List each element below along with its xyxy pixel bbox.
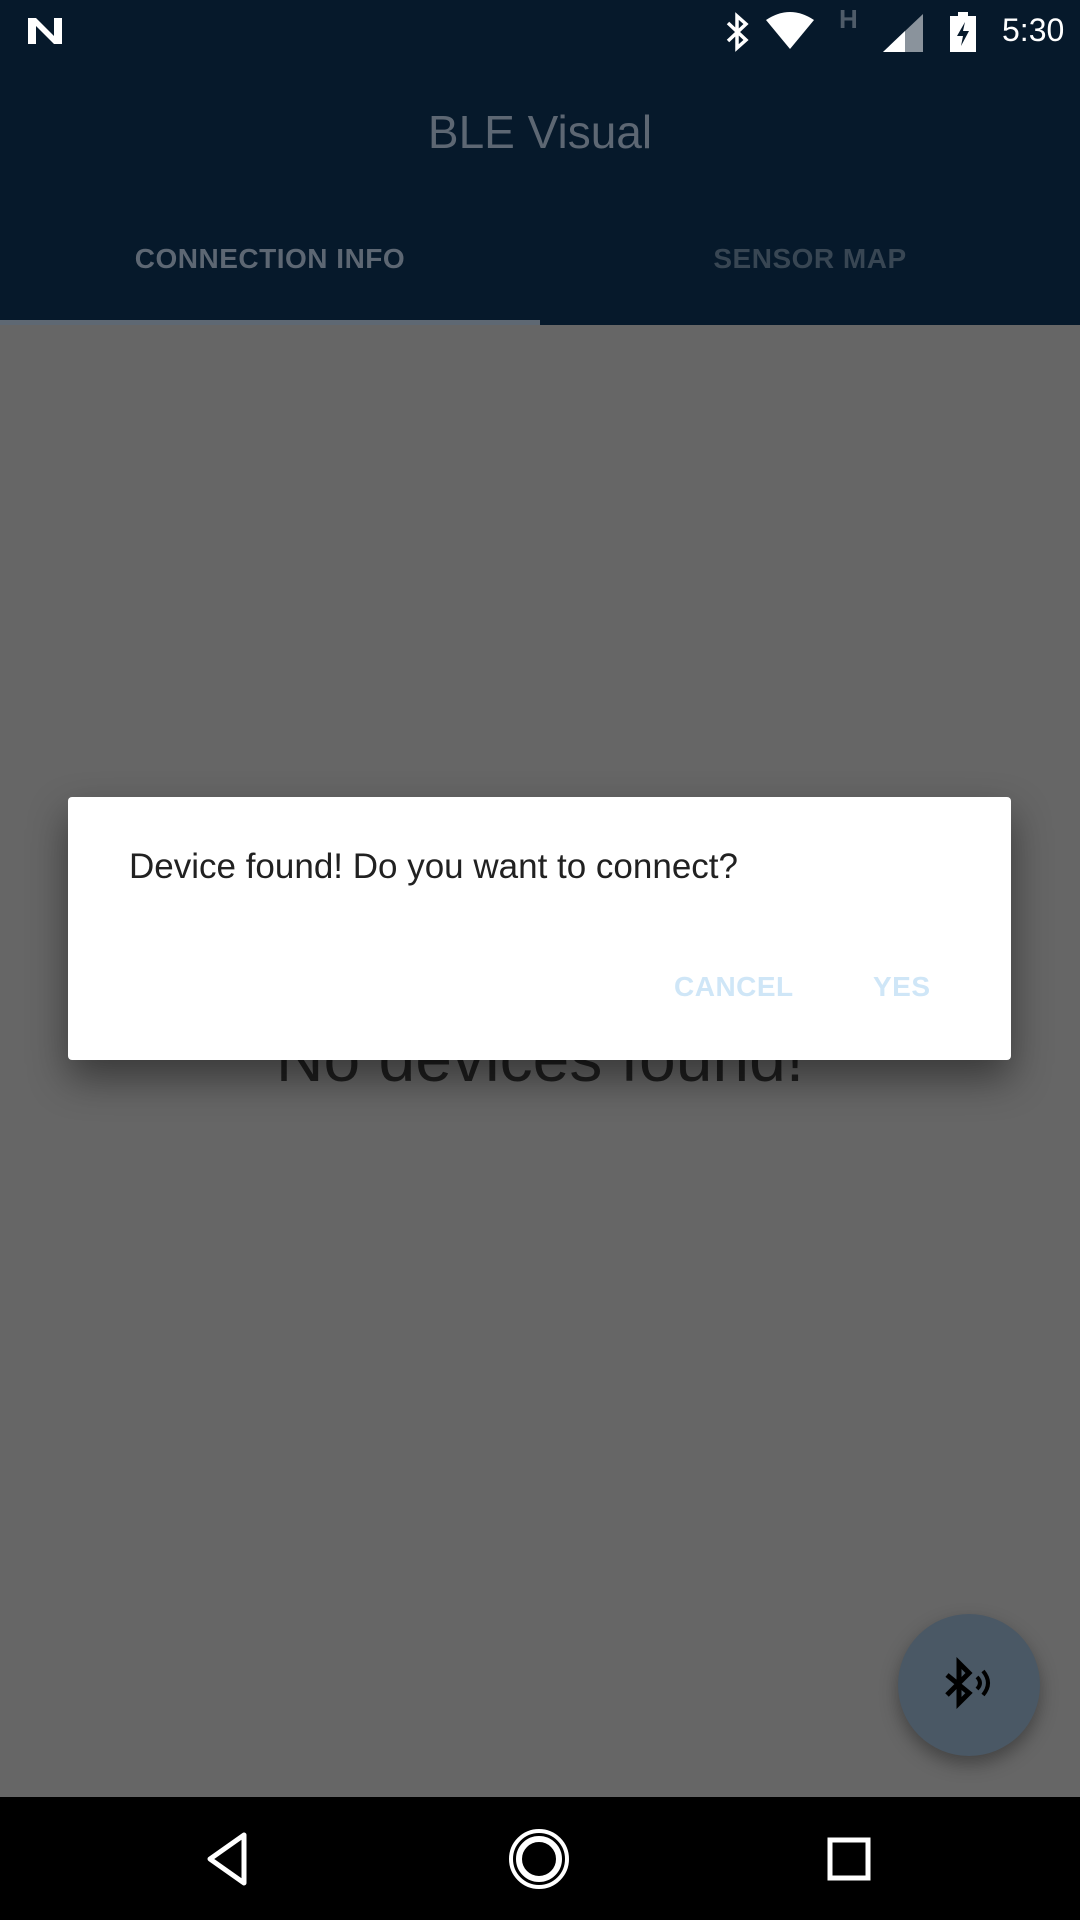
tab-indicator bbox=[0, 320, 540, 325]
wifi-icon bbox=[766, 12, 814, 49]
connect-dialog: Device found! Do you want to connect? CA… bbox=[68, 797, 1011, 1060]
recents-icon[interactable] bbox=[817, 1827, 881, 1891]
battery-charging-icon bbox=[950, 12, 976, 52]
notification-n-icon bbox=[28, 18, 62, 44]
network-type-label: H bbox=[839, 4, 858, 34]
tab-connection-info[interactable]: CONNECTION INFO bbox=[0, 243, 540, 275]
dialog-message: Device found! Do you want to connect? bbox=[129, 847, 738, 886]
navigation-bar bbox=[0, 1797, 1080, 1920]
cell-signal-icon bbox=[883, 14, 923, 52]
cancel-button[interactable]: CANCEL bbox=[674, 971, 794, 1003]
bluetooth-scan-button[interactable] bbox=[898, 1614, 1040, 1756]
app-title: BLE Visual bbox=[427, 106, 653, 158]
yes-button[interactable]: YES bbox=[873, 971, 931, 1003]
bluetooth-searching-icon bbox=[945, 1656, 990, 1710]
status-bar: H 5:30 bbox=[0, 0, 1080, 63]
tab-sensor-map[interactable]: SENSOR MAP bbox=[540, 243, 1080, 275]
status-time: 5:30 bbox=[1002, 12, 1065, 48]
back-icon[interactable] bbox=[198, 1827, 262, 1891]
bluetooth-icon bbox=[726, 12, 749, 52]
home-icon[interactable] bbox=[507, 1827, 571, 1891]
app-bar: BLE Visual CONNECTION INFO SENSOR MAP bbox=[0, 63, 1080, 325]
